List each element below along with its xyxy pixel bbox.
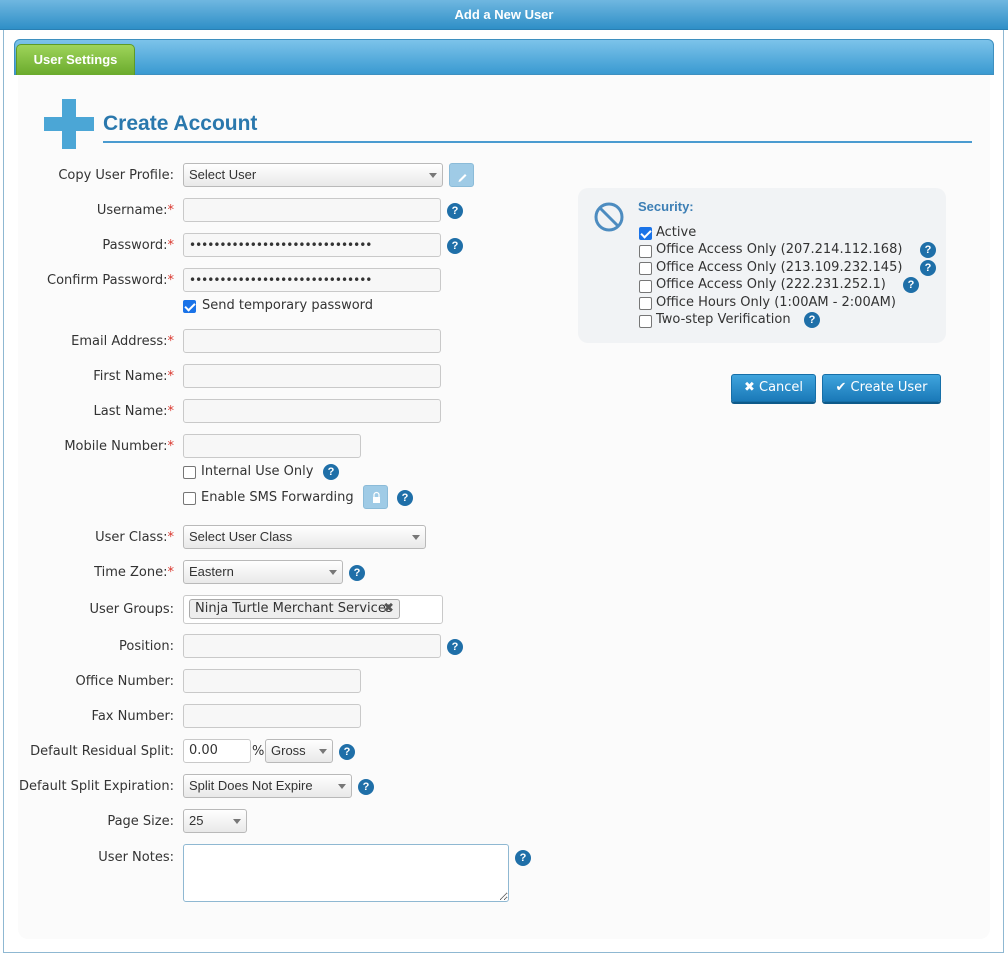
fax-number-input[interactable]	[183, 704, 361, 728]
user-notes-label: User Notes:	[98, 850, 174, 865]
first-name-label: First Name:*	[93, 369, 174, 384]
security-office-hours-checkbox[interactable]	[639, 297, 652, 310]
security-option-label: Two-step Verification	[656, 312, 791, 327]
send-temp-password-label: Send temporary password	[202, 298, 374, 313]
split-expiration-select[interactable]: Split Does Not Expire	[183, 774, 352, 798]
help-icon[interactable]: ?	[397, 490, 413, 506]
confirm-password-input[interactable]: ••••••••••••••••••••••••••••••	[183, 268, 441, 292]
help-icon[interactable]: ?	[515, 850, 531, 866]
security-option-label: Office Access Only (207.214.112.168)	[656, 242, 903, 257]
close-icon: ✖	[743, 380, 755, 395]
create-user-button[interactable]: ✔ Create User	[822, 374, 941, 402]
mobile-label: Mobile Number:*	[64, 439, 174, 454]
help-icon[interactable]: ?	[323, 464, 339, 480]
email-label: Email Address:*	[71, 334, 174, 349]
split-basis-select[interactable]: Gross	[265, 739, 333, 763]
user-class-label: User Class:*	[95, 530, 174, 545]
confirm-password-label: Confirm Password:*	[47, 273, 174, 288]
last-name-input[interactable]	[183, 399, 441, 423]
username-label: Username:*	[96, 203, 174, 218]
page-size-label: Page Size:	[107, 814, 174, 829]
tab-user-settings[interactable]: User Settings	[16, 44, 135, 75]
plus-icon	[44, 99, 94, 149]
security-title: Security:	[638, 199, 694, 214]
sms-settings-button[interactable]	[363, 485, 388, 509]
last-name-label: Last Name:*	[93, 404, 174, 419]
user-group-tag: Ninja Turtle Merchant Services ✖	[189, 599, 400, 619]
cancel-button[interactable]: ✖ Cancel	[731, 374, 816, 402]
remove-tag-icon[interactable]: ✖	[383, 600, 394, 618]
internal-use-checkbox[interactable]	[183, 466, 196, 479]
password-input[interactable]: ••••••••••••••••••••••••••••••	[183, 233, 441, 257]
position-input[interactable]	[183, 634, 441, 658]
percent-sign: %	[252, 744, 265, 759]
pencil-icon	[458, 174, 467, 182]
time-zone-label: Time Zone:*	[94, 565, 174, 580]
username-input[interactable]	[183, 198, 441, 222]
email-input[interactable]	[183, 329, 441, 353]
help-icon[interactable]: ?	[447, 203, 463, 219]
mobile-input[interactable]	[183, 434, 361, 458]
chevron-down-icon	[429, 173, 437, 178]
security-active-checkbox[interactable]	[639, 227, 652, 240]
checkmark-icon: ✔	[835, 380, 847, 395]
chevron-down-icon	[329, 570, 337, 575]
position-label: Position:	[119, 639, 174, 654]
security-option-label: Active	[656, 225, 697, 240]
help-icon[interactable]: ?	[358, 779, 374, 795]
user-class-select[interactable]: Select User Class	[183, 525, 426, 549]
user-groups-label: User Groups:	[89, 602, 175, 617]
residual-split-input[interactable]: 0.00	[183, 739, 251, 763]
copy-profile-label: Copy User Profile:	[58, 168, 174, 183]
security-option-label: Office Hours Only (1:00AM - 2:00AM)	[656, 295, 896, 310]
office-number-label: Office Number:	[75, 674, 174, 689]
security-option-label: Office Access Only (213.109.232.145)	[656, 260, 903, 275]
window-title: Add a New User	[0, 0, 1008, 30]
help-icon[interactable]: ?	[447, 639, 463, 655]
help-icon[interactable]: ?	[920, 242, 936, 258]
chevron-down-icon	[412, 535, 420, 540]
security-office-access-2-checkbox[interactable]	[639, 262, 652, 275]
residual-split-label: Default Residual Split:	[30, 744, 174, 759]
help-icon[interactable]: ?	[349, 565, 365, 581]
user-notes-textarea[interactable]	[183, 844, 509, 902]
internal-use-label: Internal Use Only	[201, 464, 314, 479]
help-icon[interactable]: ?	[920, 260, 936, 276]
help-icon[interactable]: ?	[903, 277, 919, 293]
security-option-label: Office Access Only (222.231.252.1)	[656, 277, 886, 292]
fax-number-label: Fax Number:	[91, 709, 174, 724]
tab-bar	[14, 39, 994, 75]
split-expiration-label: Default Split Expiration:	[19, 779, 174, 794]
sms-forwarding-checkbox[interactable]	[183, 492, 196, 505]
help-icon[interactable]: ?	[339, 744, 355, 760]
prohibited-icon	[594, 202, 624, 232]
security-office-access-3-checkbox[interactable]	[639, 280, 652, 293]
sms-forwarding-label: Enable SMS Forwarding	[201, 490, 354, 505]
copy-profile-select[interactable]: Select User	[183, 163, 443, 187]
security-office-access-1-checkbox[interactable]	[639, 245, 652, 258]
chevron-down-icon	[338, 784, 346, 789]
chevron-down-icon	[319, 749, 327, 754]
first-name-input[interactable]	[183, 364, 441, 388]
lock-icon	[373, 491, 380, 503]
chevron-down-icon	[233, 819, 241, 824]
edit-profile-button[interactable]	[449, 163, 474, 187]
help-icon[interactable]: ?	[804, 312, 820, 328]
security-two-step-checkbox[interactable]	[639, 315, 652, 328]
send-temp-password-checkbox[interactable]	[183, 300, 196, 313]
page-size-select[interactable]: 25	[183, 809, 247, 833]
password-label: Password:*	[102, 238, 174, 253]
heading-divider	[103, 141, 972, 143]
help-icon[interactable]: ?	[447, 238, 463, 254]
office-number-input[interactable]	[183, 669, 361, 693]
time-zone-select[interactable]: Eastern	[183, 560, 343, 584]
section-heading: Create Account	[103, 112, 258, 135]
